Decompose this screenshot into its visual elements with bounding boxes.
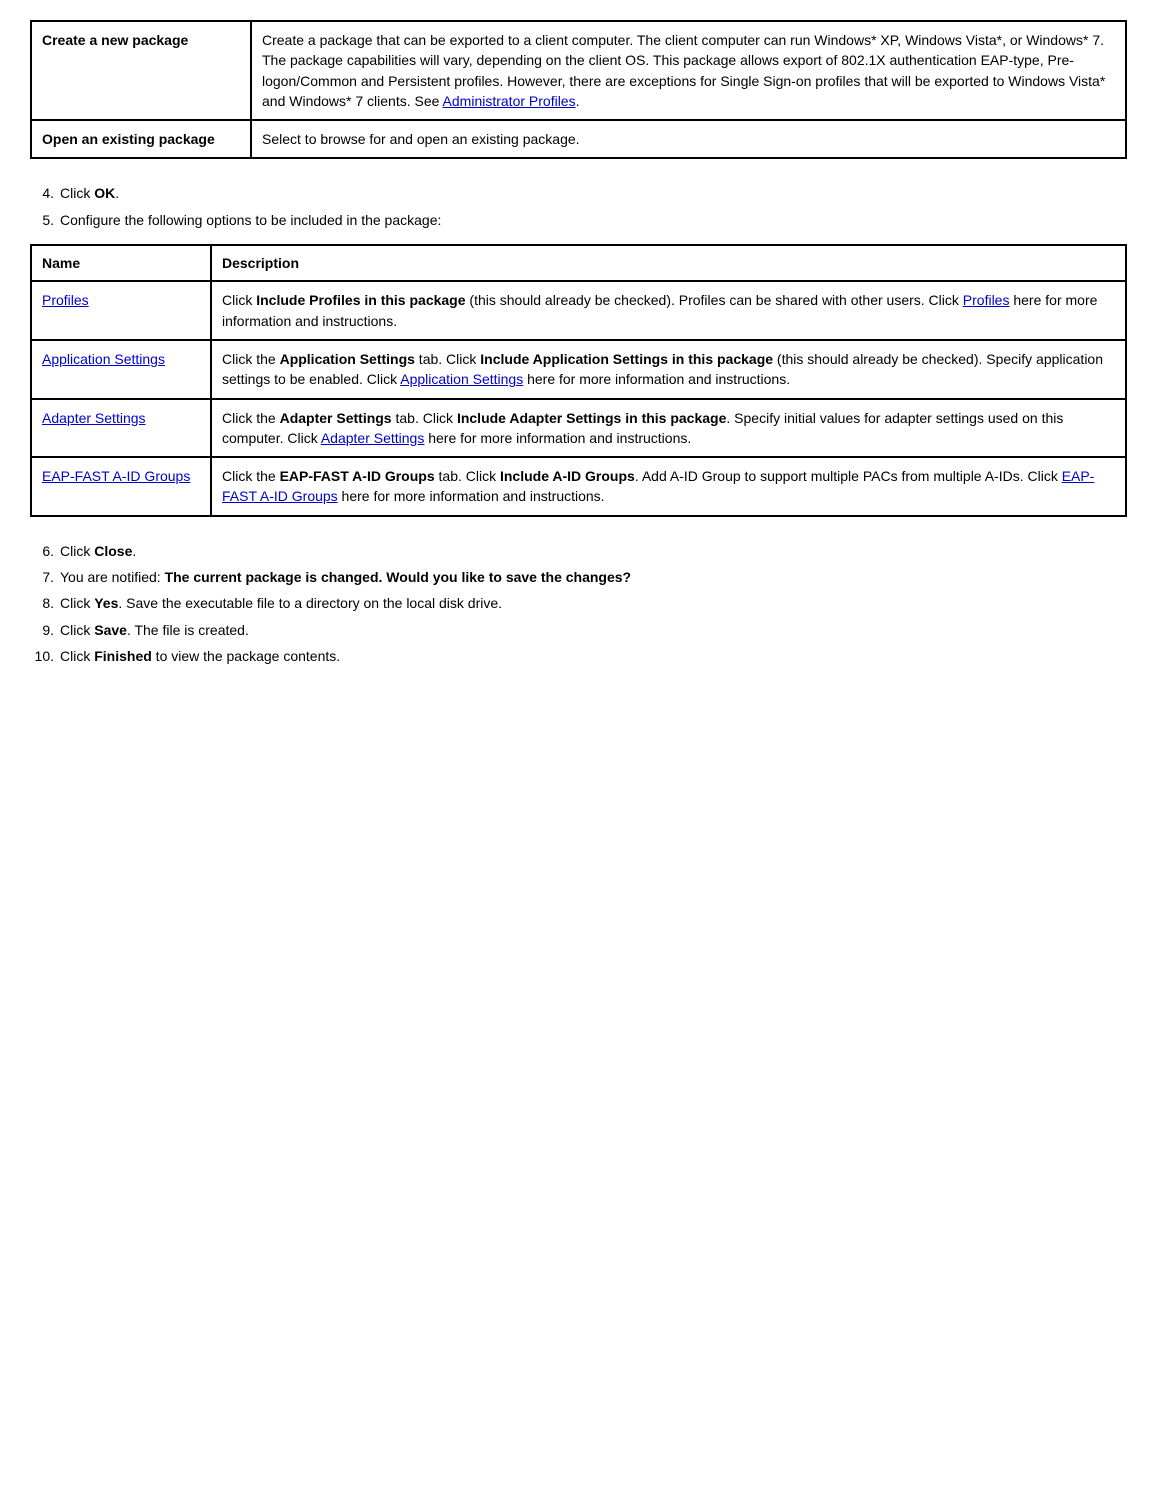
create-new-package-row: Create a new package Create a package th… xyxy=(31,21,1126,120)
finished-label: Finished xyxy=(94,648,152,664)
col-name-header: Name xyxy=(31,245,211,281)
package-options-table: Create a new package Create a package th… xyxy=(30,20,1127,159)
open-existing-package-label: Open an existing package xyxy=(31,120,251,158)
create-new-package-label: Create a new package xyxy=(31,21,251,120)
options-table-header-row: Name Description xyxy=(31,245,1126,281)
adapter-settings-row: Adapter Settings Click the Adapter Setti… xyxy=(31,399,1126,458)
close-label: Close xyxy=(94,543,132,559)
step-8: 8. Click Yes. Save the executable file t… xyxy=(30,593,1127,613)
application-settings-link[interactable]: Application Settings xyxy=(42,351,165,367)
steps-after-list: 6. Click Close. 7. You are notified: The… xyxy=(30,541,1127,666)
application-settings-name-cell: Application Settings xyxy=(31,340,211,399)
step-5: 5. Configure the following options to be… xyxy=(30,210,1127,230)
configure-options-table: Name Description Profiles Click Include … xyxy=(30,244,1127,517)
profiles-description: Click Include Profiles in this package (… xyxy=(211,281,1126,340)
administrator-profiles-link[interactable]: Administrator Profiles xyxy=(443,93,576,109)
ok-label: OK xyxy=(94,185,115,201)
profiles-inline-link[interactable]: Profiles xyxy=(963,292,1010,308)
notification-text: The current package is changed. Would yo… xyxy=(165,569,632,585)
save-label: Save xyxy=(94,622,127,638)
step-6: 6. Click Close. xyxy=(30,541,1127,561)
adapter-settings-link[interactable]: Adapter Settings xyxy=(42,410,146,426)
open-existing-package-row: Open an existing package Select to brows… xyxy=(31,120,1126,158)
eap-fast-row: EAP-FAST A-ID Groups Click the EAP-FAST … xyxy=(31,457,1126,516)
eap-fast-link[interactable]: EAP-FAST A-ID Groups xyxy=(42,468,190,484)
adapter-settings-inline-link[interactable]: Adapter Settings xyxy=(321,430,425,446)
col-description-header: Description xyxy=(211,245,1126,281)
profiles-row: Profiles Click Include Profiles in this … xyxy=(31,281,1126,340)
application-settings-description: Click the Application Settings tab. Clic… xyxy=(211,340,1126,399)
profiles-link[interactable]: Profiles xyxy=(42,292,89,308)
step-5-text: Configure the following options to be in… xyxy=(60,210,441,230)
create-new-package-description: Create a package that can be exported to… xyxy=(251,21,1126,120)
profiles-name-cell: Profiles xyxy=(31,281,211,340)
adapter-settings-name-cell: Adapter Settings xyxy=(31,399,211,458)
steps-before-list: 4. Click OK. 5. Configure the following … xyxy=(30,183,1127,230)
eap-fast-description: Click the EAP-FAST A-ID Groups tab. Clic… xyxy=(211,457,1126,516)
eap-fast-name-cell: EAP-FAST A-ID Groups xyxy=(31,457,211,516)
yes-label: Yes xyxy=(94,595,118,611)
open-existing-package-description: Select to browse for and open an existin… xyxy=(251,120,1126,158)
application-settings-inline-link[interactable]: Application Settings xyxy=(400,371,523,387)
step-4: 4. Click OK. xyxy=(30,183,1127,203)
application-settings-row: Application Settings Click the Applicati… xyxy=(31,340,1126,399)
adapter-settings-description: Click the Adapter Settings tab. Click In… xyxy=(211,399,1126,458)
step-9: 9. Click Save. The file is created. xyxy=(30,620,1127,640)
step-10: 10. Click Finished to view the package c… xyxy=(30,646,1127,666)
step-7: 7. You are notified: The current package… xyxy=(30,567,1127,587)
